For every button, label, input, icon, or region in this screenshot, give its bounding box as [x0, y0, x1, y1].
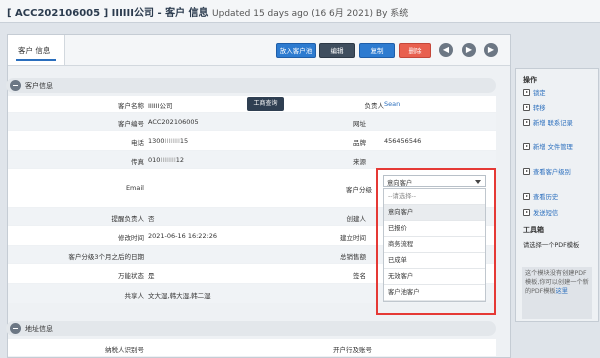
- tab-bar: 客户 信息 放入客户池 编辑 复制 删除 ◀ ▶ ▶: [8, 35, 510, 66]
- collapse-icon[interactable]: [10, 323, 21, 334]
- section-customer-info[interactable]: 客户信息: [6, 78, 496, 93]
- field-label: 修改时间: [118, 234, 144, 242]
- next-arrow-icon[interactable]: ▶: [484, 43, 498, 57]
- field-label: 开户行及账号: [333, 346, 372, 354]
- pdf-here-link[interactable]: 这里: [556, 288, 568, 295]
- edit-button[interactable]: 编辑: [319, 43, 355, 58]
- play-icon: [523, 193, 530, 200]
- sidebar: 操作 锁定 转移 新增 联系记录 新增 文件管理 查看客户级别 查看历史 发送短…: [515, 68, 599, 322]
- dropdown-option[interactable]: --请选择--: [384, 189, 485, 205]
- record-id: [ ACC202106005 ]: [7, 8, 109, 19]
- table-row: 电话 1300IIIIIIII15 品牌 456456546: [8, 131, 496, 150]
- next-record-icon[interactable]: ▶: [462, 43, 476, 57]
- customer-name: IIIIII公司: [148, 102, 173, 110]
- field-label: 创建人: [346, 215, 367, 223]
- owner-link[interactable]: Sean: [384, 100, 400, 108]
- table-row: 传真 010IIIIIIII12 来源: [8, 151, 496, 168]
- field-label: 传真: [131, 158, 144, 166]
- dropdown-option[interactable]: 已成单: [384, 253, 485, 269]
- field-label: 品牌: [353, 139, 366, 147]
- field-label: Email: [125, 184, 144, 192]
- category-dropdown[interactable]: --请选择-- 意向客户 已报价 商务流程 已成单 无效客户 客户池客户: [383, 188, 486, 302]
- field-label: 来源: [353, 158, 366, 166]
- field-label: 客户编号: [118, 120, 144, 128]
- field-label: 签名: [353, 272, 366, 280]
- field-label: 纳税人识别号: [105, 346, 144, 354]
- table-row: 纳税人识别号 开户行及账号: [8, 339, 496, 356]
- status-value: 是: [148, 272, 155, 280]
- sidebar-item-transfer[interactable]: 转移: [523, 104, 595, 113]
- sharer-value: 文大湿,韩大湿,韩二湿: [148, 292, 211, 300]
- brand-value: 456456546: [384, 137, 422, 145]
- play-icon: [523, 119, 530, 126]
- delete-button[interactable]: 删除: [399, 43, 431, 58]
- customer-code: ACC202106005: [148, 118, 199, 126]
- pdf-template-text: 请选择一个PDF模板: [523, 242, 580, 249]
- business-lookup-tooltip[interactable]: 工商查询: [247, 97, 284, 111]
- fax-value: 010IIIIIIII12: [148, 156, 185, 164]
- section-title: 地址信息: [25, 325, 53, 333]
- field-label: 客户分级: [346, 186, 372, 194]
- field-label: 网址: [353, 120, 366, 128]
- dropdown-option[interactable]: 无效客户: [384, 269, 485, 285]
- modify-time: 2021-06-16 16:22:26: [148, 232, 218, 240]
- field-label: 建立时间: [340, 234, 366, 242]
- record-title: [ ACC202106005 ] IIIIII公司 - 客户 信息 Update…: [7, 4, 408, 19]
- pdf-info-box: 这个模块没有创建PDF模板,你可以创建一个新的PDF模板这里: [522, 267, 592, 319]
- dropdown-option[interactable]: 商务流程: [384, 237, 485, 253]
- dropdown-option[interactable]: 意向客户: [384, 205, 485, 221]
- field-label: 客户名称: [118, 102, 144, 110]
- ops-title: 操作: [523, 76, 537, 84]
- sidebar-item-add-file[interactable]: 新增 文件管理: [523, 143, 595, 152]
- play-icon: [523, 143, 530, 150]
- phone-value: 1300IIIIIIII15: [148, 137, 189, 145]
- field-label: 万能状态: [118, 272, 144, 280]
- field-label: 电话: [131, 139, 144, 147]
- sidebar-item-view-level[interactable]: 查看客户级别: [523, 168, 595, 177]
- add-to-pool-button[interactable]: 放入客户池: [276, 43, 316, 58]
- collapse-icon[interactable]: [10, 80, 21, 91]
- title-bar: [ ACC202106005 ] IIIIII公司 - 客户 信息 Update…: [0, 0, 600, 23]
- section-address-info[interactable]: 地址信息: [6, 321, 496, 336]
- play-icon: [523, 89, 530, 96]
- play-icon: [523, 209, 530, 216]
- play-icon: [523, 104, 530, 111]
- field-label: 客户分级3个月之后的日期: [68, 253, 144, 261]
- category-select[interactable]: 意向客户: [383, 175, 486, 187]
- section-title: 客户信息: [25, 82, 53, 90]
- sidebar-item-sms[interactable]: 发送短信: [523, 209, 595, 218]
- sidebar-item-add-contact[interactable]: 新增 联系记录: [523, 119, 595, 128]
- field-label: 提醒负责人: [111, 215, 145, 223]
- play-icon: [523, 168, 530, 175]
- company-title: IIIIII公司 - 客户 信息: [111, 8, 209, 19]
- dropdown-option[interactable]: 客户池客户: [384, 285, 485, 301]
- reminder-value: 否: [148, 215, 155, 223]
- sidebar-item-history[interactable]: 查看历史: [523, 193, 595, 202]
- field-label: 总销售额: [340, 253, 366, 261]
- dropdown-option[interactable]: 已报价: [384, 221, 485, 237]
- tab-customer-info[interactable]: 客户 信息: [8, 35, 65, 65]
- table-row: 客户编号 ACC202106005 网址: [8, 113, 496, 130]
- update-info: Updated 15 days ago (16 6月 2021) By 系统: [212, 9, 409, 19]
- field-label: 负责人: [364, 102, 385, 110]
- copy-button[interactable]: 复制: [359, 43, 395, 58]
- toolbox-title: 工具箱: [523, 226, 544, 234]
- prev-record-icon[interactable]: ◀: [439, 43, 453, 57]
- chevron-down-icon: [475, 180, 481, 184]
- field-label: 共享人: [124, 292, 145, 300]
- sidebar-item-lock[interactable]: 锁定: [523, 89, 595, 98]
